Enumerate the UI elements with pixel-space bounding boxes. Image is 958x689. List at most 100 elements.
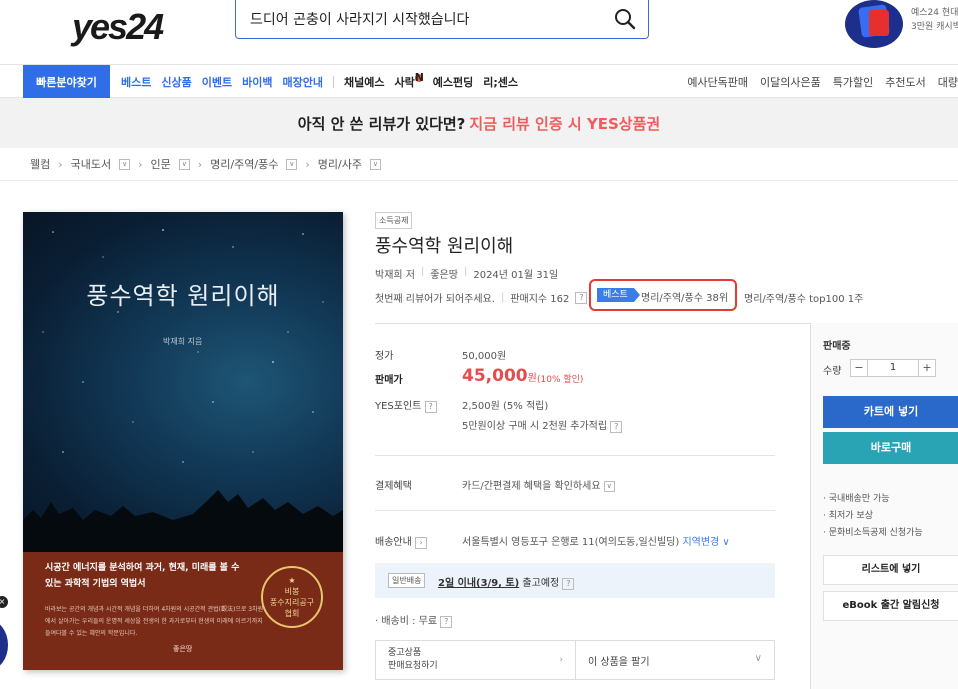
main-nav: 빠른분야찾기 베스트 신상품 이벤트 바이백 매장안내 채널예스 사락N 예스펀… [0,64,958,98]
seal-line-1: 비봉 [284,587,300,596]
used-right-label: 이 상품을 팔기 [588,657,650,668]
chevron-down-icon[interactable]: ∨ [603,480,615,492]
help-icon[interactable]: ? [562,578,575,590]
new-badge: N [414,70,424,84]
nav-right-gift[interactable]: 이달의사은품 [760,74,821,90]
first-reviewer-link[interactable]: 첫번째 리뷰어가 되어주세요. [375,290,495,305]
yes-point-extra-text: 5만원이상 구매 시 2천원 추가적립 [462,421,608,432]
chevron-right-icon: › [559,655,563,665]
breadcrumb-domestic[interactable]: 국내도서 [71,156,111,172]
nav-item-sarak[interactable]: 사락N [394,70,424,90]
quantity-label: 수량 [823,366,842,377]
cover-author: 박재희 지음 [163,337,203,346]
product-date: 2024년 01월 31일 [473,270,559,281]
promo-text[interactable]: 예스24 현대 3만원 캐시백 [911,6,958,34]
search-input[interactable] [236,0,596,37]
nav-item-store[interactable]: 매장안내 [283,74,323,90]
close-icon[interactable]: × [0,596,8,608]
yes-point-label: YES포인트 ? [375,397,437,413]
used-product-box: 중고상품 판매요청하기 › 이 상품을 팔기 ∨ [375,640,775,680]
breadcrumb-home[interactable]: 웰컴 [30,156,50,172]
product-publisher[interactable]: 좋은땅 [430,266,458,281]
promo-card-icon[interactable] [845,0,903,48]
nav-right-sale[interactable]: 특가할인 [833,74,873,90]
chevron-down-icon[interactable]: ∨ [369,158,381,170]
nav-item-funding[interactable]: 예스펀딩 [433,74,473,90]
add-to-cart-button[interactable]: 카트에 넣기 [823,396,958,428]
used-left-line-2: 판매요청하기 [388,661,438,671]
ebook-alert-button[interactable]: eBook 출간 알림신청 [823,591,958,621]
purchase-panel: 판매중 수량 − 1 + 카트에 넣기 바로구매 · 국내배송만 가능 · 최저… [810,323,958,689]
nav-item-event[interactable]: 이벤트 [202,74,232,90]
nav-right-exclusive[interactable]: 예사단독판매 [687,74,748,90]
buy-now-button[interactable]: 바로구매 [823,432,958,464]
breadcrumb-humanities[interactable]: 인문 [151,156,171,172]
breadcrumb-myeongri[interactable]: 명리/주역/풍수 [210,156,278,172]
chevron-down-icon[interactable]: ∨ [719,537,729,548]
sell-this-product[interactable]: 이 상품을 팔기 ∨ [576,641,774,679]
plus-icon[interactable]: + [918,359,936,377]
minus-icon[interactable]: − [850,359,868,377]
quantity-input[interactable]: 1 [868,359,918,377]
product-author[interactable]: 박재희 저 [375,266,415,281]
sale-price-number: 45,000 [462,366,528,386]
nav-item-best[interactable]: 베스트 [121,74,151,90]
sale-price-value: 45,000원 [462,366,537,386]
nav-right-bulk[interactable]: 대량 [938,74,958,90]
yes-point-value: 2,500원 (5% 적립) [462,401,549,412]
help-icon[interactable]: ? [575,291,588,304]
quick-find-button[interactable]: 빠른분야찾기 [23,65,110,98]
add-to-list-button[interactable]: 리스트에 넣기 [823,555,958,585]
top100-rank[interactable]: 명리/주역/풍수 top100 1주 [744,290,863,305]
chevron-right-icon[interactable]: › [415,537,427,549]
chevron-down-icon[interactable]: ∨ [119,158,131,170]
info-domestic: · 국내배송만 가능 [823,494,890,504]
nav-right-recommend[interactable]: 추천도서 [885,74,925,90]
product-title: 풍수역학 원리이해 [375,236,514,257]
chevron-down-icon[interactable]: ∨ [178,158,190,170]
nav-sub: 채널예스 사락N 예스펀딩 리;센스 [344,70,518,90]
chevron-down-icon: ∨ [754,653,762,664]
association-seal: ★ 비봉 풍수지리공구 협회 [261,566,323,628]
nav-item-new[interactable]: 신상품 [161,74,191,90]
shipping-eta-suffix: 출고예정 [522,578,560,589]
used-sell-request[interactable]: 중고상품 판매요청하기 › [376,641,576,679]
shipping-box: 일반배송 2일 이내(3/9, 토) 출고예정 ? [375,563,775,598]
chevron-down-icon[interactable]: ∨ [286,158,298,170]
review-banner[interactable]: 아직 안 쓴 리뷰가 있다면? 지금 리뷰 인증 시 YES상품권 [0,98,958,148]
help-icon[interactable]: ? [424,401,437,413]
divider [0,180,958,181]
sales-index: 판매지수 162 [510,294,570,305]
nav-item-channel-yes[interactable]: 채널예스 [344,74,384,90]
best-badge: 베스트 [597,288,640,302]
divider [375,510,775,511]
best-rank[interactable]: 명리/주역/풍수 38위 [641,289,728,304]
yes-point-extra: 5만원이상 구매 시 2천원 추가적립 ? [462,417,623,433]
yes-point-label-text: YES포인트 [375,401,422,412]
chevron-right-icon: › [305,157,310,171]
nav-item-sarak-label: 사락 [394,75,415,89]
panel-info-list: · 국내배송만 가능 · 최저가 보상 · 문화비소득공제 신청가능 [823,491,923,542]
book-cover[interactable]: 풍수역학 원리이해 박재희 지음 시공간 에너지를 분석하여 과거, 현재, 미… [23,212,343,670]
breadcrumb-saju[interactable]: 명리/사주 [318,156,362,172]
banner-highlight: 지금 리뷰 인증 시 YES상품권 [469,114,661,133]
shipping-eta-link[interactable]: 2일 이내(3/9, 토) [438,578,519,589]
divider [375,455,775,456]
used-left-line-1: 중고상품 [388,648,422,658]
yes24-logo[interactable]: yes24 [72,6,164,48]
search-box [235,0,649,39]
sale-price-unit: 원 [527,373,537,384]
change-region-link[interactable]: 지역변경 [682,537,719,548]
search-icon[interactable] [614,8,636,30]
chevron-right-icon: › [197,157,203,171]
top-header: yes24 예스24 현대 3만원 캐시백 [0,0,958,64]
payment-value[interactable]: 카드/간편결제 혜택을 확인하세요 ∨ [462,477,615,492]
list-price-label: 정가 [375,351,394,362]
help-icon[interactable]: ? [440,616,453,628]
floating-widget[interactable] [0,620,8,670]
nav-item-license[interactable]: 리;센스 [483,74,518,90]
shipping-fee-text: · 배송비 : 무료 [375,616,438,627]
cover-publisher: 좋은땅 [173,645,193,653]
nav-item-buyback[interactable]: 바이백 [242,74,272,90]
help-icon[interactable]: ? [610,421,623,433]
